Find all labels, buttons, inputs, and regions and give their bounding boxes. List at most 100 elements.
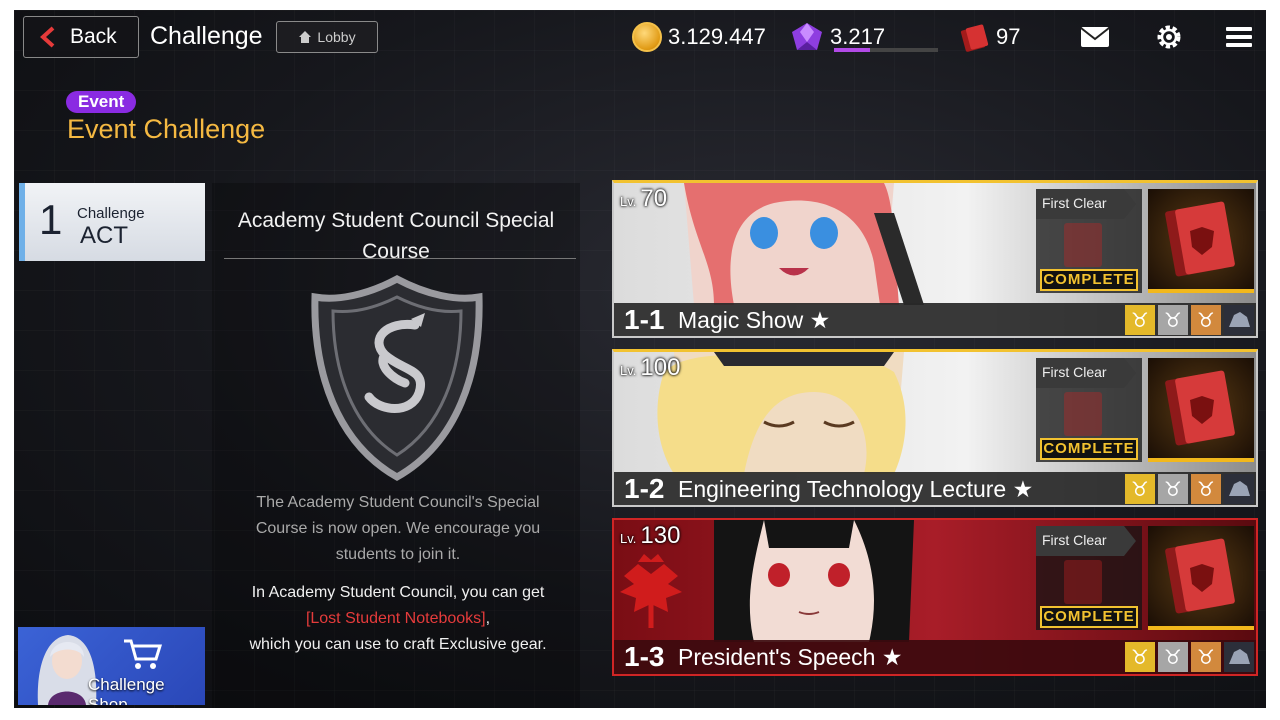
cart-icon	[124, 639, 163, 669]
student-council-crest-icon	[620, 554, 682, 628]
notebook-icon	[1064, 392, 1102, 436]
gear-icon[interactable]	[1154, 24, 1184, 50]
act-tab-1[interactable]: 1 Challenge ACT	[19, 183, 205, 261]
gold-counter[interactable]: 3.129.447	[632, 22, 766, 52]
bronze-medal-icon: ♉	[1191, 474, 1221, 504]
level-value: 130	[640, 522, 681, 549]
reward-info-line1: In Academy Student Council, you can get	[251, 584, 545, 601]
medal-row: ♉ ♉ ♉	[1125, 474, 1254, 504]
stage-level: Lv. 70	[620, 185, 667, 213]
stage-name-text: President's Speech	[678, 644, 876, 670]
event-title: Event Challenge	[67, 114, 266, 144]
lobby-button[interactable]: Lobby	[276, 21, 378, 53]
course-reward-info: In Academy Student Council, you can get …	[222, 580, 574, 658]
ore-icon	[1224, 474, 1254, 504]
stage-level: Lv. 100	[620, 354, 680, 382]
medal-row: ♉ ♉ ♉	[1125, 642, 1254, 672]
notebook-icon	[1064, 223, 1102, 267]
stage-level: Lv. 130	[620, 522, 680, 550]
ore-icon	[1224, 642, 1254, 672]
lost-notebooks-link[interactable]: [Lost Student Notebooks]	[306, 610, 486, 627]
stage-number: 1-1	[624, 304, 665, 335]
coin-icon	[632, 22, 662, 52]
stage-number: 1-3	[624, 641, 665, 672]
act-name: ACT	[80, 222, 128, 249]
first-clear-reward[interactable]: First Clear COMPLETE	[1036, 189, 1142, 293]
act-label: Challenge	[77, 205, 145, 222]
stage-portrait	[714, 520, 914, 642]
gold-value: 3.129.447	[668, 24, 766, 49]
dragon-shield-emblem	[311, 275, 483, 482]
stage-title-bar: 1-2 Engineering Technology Lecture ★ ♉ ♉…	[614, 472, 1256, 505]
reward-info-line3: which you can use to craft Exclusive gea…	[249, 636, 547, 653]
ore-icon	[1224, 305, 1254, 335]
star-icon: ★	[881, 644, 903, 670]
stage-card-1-1[interactable]: Lv. 70 First Clear COMPLETE 1-1 Magic Sh…	[612, 180, 1258, 338]
reward-info-comma: ,	[485, 610, 491, 627]
act-number: 1	[39, 196, 63, 243]
stage-name-text: Engineering Technology Lecture	[678, 476, 1007, 502]
gold-medal-icon: ♉	[1125, 474, 1155, 504]
gem-progress-bar	[834, 48, 938, 52]
first-clear-reward[interactable]: First Clear COMPLETE	[1036, 526, 1142, 630]
back-label: Back	[70, 25, 117, 48]
notebook-icon	[1165, 370, 1235, 446]
silver-medal-icon: ♉	[1158, 474, 1188, 504]
level-tag: Lv.	[620, 531, 637, 546]
back-button[interactable]: Back	[23, 16, 139, 58]
stage-portrait	[684, 183, 924, 305]
notebook-icon	[960, 24, 989, 52]
silver-medal-icon: ♉	[1158, 642, 1188, 672]
title-divider	[224, 258, 576, 259]
lobby-label: Lobby	[317, 29, 356, 45]
menu-icon[interactable]	[1224, 24, 1254, 50]
notebook-value: 97	[996, 24, 1021, 49]
star-icon: ★	[1012, 476, 1034, 502]
event-badge: Event	[66, 91, 137, 113]
bronze-medal-icon: ♉	[1191, 305, 1221, 335]
mail-icon[interactable]	[1080, 24, 1110, 50]
game-screen: Back Challenge Lobby 3.129.447 3.217 97	[14, 10, 1266, 708]
page-title: Challenge	[150, 22, 263, 50]
stage-card-1-3[interactable]: Lv. 130 First Clear COMPLETE 1-3 Preside…	[612, 518, 1258, 676]
bronze-medal-icon: ♉	[1191, 642, 1221, 672]
silver-medal-icon: ♉	[1158, 305, 1188, 335]
level-tag: Lv.	[620, 194, 637, 209]
course-info-panel: Academy Student Council Special Course T…	[212, 183, 580, 708]
gold-medal-icon: ♉	[1125, 642, 1155, 672]
challenge-shop-button[interactable]: Challenge Shop	[18, 627, 205, 705]
stage-name: President's Speech ★	[678, 644, 902, 671]
first-clear-reward[interactable]: First Clear COMPLETE	[1036, 358, 1142, 462]
gold-medal-icon: ♉	[1125, 305, 1155, 335]
notebook-icon	[1064, 560, 1102, 604]
stage-title-bar: 1-3 President's Speech ★ ♉ ♉ ♉	[614, 640, 1256, 674]
shop-label: Challenge Shop	[88, 675, 165, 705]
stage-reward-item[interactable]	[1148, 526, 1254, 630]
stage-reward-item[interactable]	[1148, 189, 1254, 293]
first-clear-label: First Clear	[1036, 358, 1136, 388]
level-value: 70	[640, 185, 668, 212]
gem-icon	[792, 23, 822, 50]
notebook-counter[interactable]: 97	[960, 22, 1020, 52]
stage-name: Magic Show ★	[678, 307, 830, 334]
stage-name: Engineering Technology Lecture ★	[678, 476, 1033, 503]
stage-reward-item[interactable]	[1148, 358, 1254, 462]
first-clear-label: First Clear	[1036, 526, 1136, 556]
stage-name-text: Magic Show	[678, 307, 804, 333]
first-clear-label: First Clear	[1036, 189, 1136, 219]
medal-row: ♉ ♉ ♉	[1125, 305, 1254, 335]
course-description: The Academy Student Council's Special Co…	[255, 494, 541, 563]
stage-title-bar: 1-1 Magic Show ★ ♉ ♉ ♉	[614, 303, 1256, 336]
complete-stamp: COMPLETE	[1040, 269, 1138, 291]
stage-number: 1-2	[624, 473, 665, 504]
home-icon	[299, 31, 312, 43]
stage-portrait	[657, 352, 906, 474]
stage-card-1-2[interactable]: Lv. 100 First Clear COMPLETE 1-2 Enginee…	[612, 349, 1258, 507]
gem-value: 3.217	[830, 24, 886, 49]
level-value: 100	[640, 354, 681, 381]
gem-progress-fill	[834, 48, 871, 52]
level-tag: Lv.	[620, 363, 637, 378]
complete-stamp: COMPLETE	[1040, 606, 1138, 628]
star-icon: ★	[809, 307, 831, 333]
notebook-icon	[1165, 201, 1235, 277]
